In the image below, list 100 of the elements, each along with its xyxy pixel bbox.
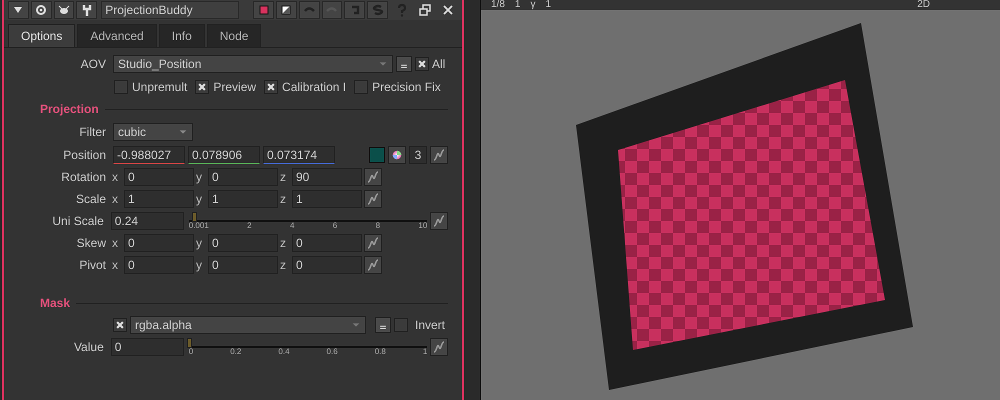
number-field[interactable]: 0: [124, 234, 194, 252]
color-swatch[interactable]: [369, 147, 385, 163]
dropdown-value: cubic: [118, 124, 146, 141]
gain-value: 1: [514, 0, 520, 10]
tab[interactable]: Advanced: [77, 24, 157, 47]
animation-button[interactable]: [364, 234, 382, 252]
tick-label: 6: [332, 222, 338, 230]
curve-icon: [366, 258, 380, 272]
tick-label: 10: [418, 222, 428, 230]
number-field[interactable]: -0.988027: [113, 146, 185, 164]
field-label: AOV: [80, 56, 107, 73]
tick-label: 2: [247, 222, 252, 230]
slider-thumb[interactable]: [186, 338, 192, 348]
axis-label: x: [112, 169, 119, 186]
bug-icon: [56, 3, 71, 17]
axis-label: y: [196, 235, 203, 252]
checkbox-label: Unpremult: [132, 79, 188, 96]
s-icon: [370, 3, 385, 17]
field-label: Skew: [76, 235, 107, 252]
curve-icon: [432, 340, 446, 354]
animation-button[interactable]: [430, 146, 448, 164]
number-field[interactable]: 0: [110, 338, 184, 356]
animation-button[interactable]: [364, 168, 382, 186]
split-square-icon: [279, 3, 294, 17]
number-field[interactable]: 90: [292, 168, 362, 186]
checkbox[interactable]: [113, 318, 127, 332]
number-field[interactable]: 0: [292, 256, 362, 274]
field-label: Scale: [74, 191, 107, 208]
number-field[interactable]: 0: [208, 234, 278, 252]
field-label: Value: [72, 339, 105, 356]
number-field[interactable]: 0: [208, 256, 278, 274]
circle-icon: [34, 3, 48, 17]
animation-button[interactable]: [430, 338, 448, 356]
number-field[interactable]: 0.078906: [188, 146, 260, 164]
color-wheel-icon: [391, 149, 403, 161]
tick-label: 4: [290, 222, 294, 230]
channel-count: 3: [409, 146, 427, 164]
color-wheel-button[interactable]: [388, 146, 406, 164]
number-field[interactable]: 0.073174: [263, 146, 335, 164]
toolbar-button[interactable]: [54, 1, 74, 19]
checkbox[interactable]: [394, 318, 408, 332]
number-field[interactable]: 1: [292, 190, 362, 208]
number-field[interactable]: 1: [124, 190, 194, 208]
dropdown-value: Studio_Position: [118, 56, 202, 73]
tick-label: 0.001: [188, 222, 209, 230]
checkbox[interactable]: [114, 80, 128, 94]
tick-label: 0: [188, 348, 194, 356]
number-field[interactable]: 0.24: [110, 212, 184, 230]
number-field[interactable]: 0: [292, 234, 362, 252]
dropdown[interactable]: cubic: [113, 123, 193, 141]
number-field[interactable]: 0: [208, 168, 278, 186]
node-name-field[interactable]: ProjectionBuddy: [101, 1, 240, 19]
dropdown-value: rgba.alpha: [135, 317, 192, 334]
dropdown[interactable]: rgba.alpha: [130, 316, 366, 334]
float-icon: [418, 3, 432, 17]
gamma-label: γ: [530, 0, 536, 10]
checkbox[interactable]: [354, 80, 368, 94]
number-field[interactable]: 1: [208, 190, 278, 208]
axis-label: y: [196, 257, 203, 274]
animation-button[interactable]: [364, 256, 382, 274]
tick-label: 0.4: [278, 348, 290, 356]
field-label: Uni Scale: [51, 213, 105, 230]
tab[interactable]: Node: [206, 24, 262, 47]
axis-label: z: [280, 191, 287, 208]
checkbox-label: All: [432, 56, 446, 73]
tab[interactable]: Options: [8, 24, 76, 47]
curve-icon: [366, 170, 380, 184]
axis-label: z: [280, 235, 287, 252]
checkbox[interactable]: [415, 57, 429, 71]
field-label: Position: [62, 147, 107, 164]
number-field[interactable]: 0: [124, 256, 194, 274]
tick-label: 0.8: [374, 348, 386, 356]
curve-icon: [366, 192, 380, 206]
animation-button[interactable]: [430, 212, 448, 230]
dropdown[interactable]: Studio_Position: [113, 55, 393, 73]
toolbar-button[interactable]: [8, 1, 29, 19]
axis-label: x: [112, 191, 119, 208]
toolbar-button[interactable]: [276, 1, 297, 19]
slider-thumb[interactable]: [192, 212, 198, 222]
number-field[interactable]: 0: [124, 168, 194, 186]
axis-label: x: [112, 257, 119, 274]
field-label: Filter: [78, 124, 107, 141]
tab[interactable]: Info: [158, 24, 205, 47]
link-button[interactable]: [375, 317, 391, 333]
curve-icon: [432, 148, 446, 162]
curve-icon: [432, 214, 446, 228]
field-label: Rotation: [60, 169, 107, 186]
animation-button[interactable]: [364, 190, 382, 208]
toolbar-button[interactable]: [76, 1, 98, 19]
close-icon: [440, 3, 455, 17]
checkbox[interactable]: [195, 80, 210, 94]
checkbox-label: Precision Fix: [372, 79, 441, 96]
axis-label: x: [112, 235, 119, 252]
tick-label: 0.2: [230, 348, 242, 356]
link-button[interactable]: [396, 56, 412, 72]
toolbar-button[interactable]: [30, 1, 52, 19]
frame-counter: 1/8: [491, 0, 505, 10]
axis-label: y: [196, 169, 203, 186]
checkbox[interactable]: [264, 80, 278, 94]
section-title: Projection: [40, 101, 99, 118]
